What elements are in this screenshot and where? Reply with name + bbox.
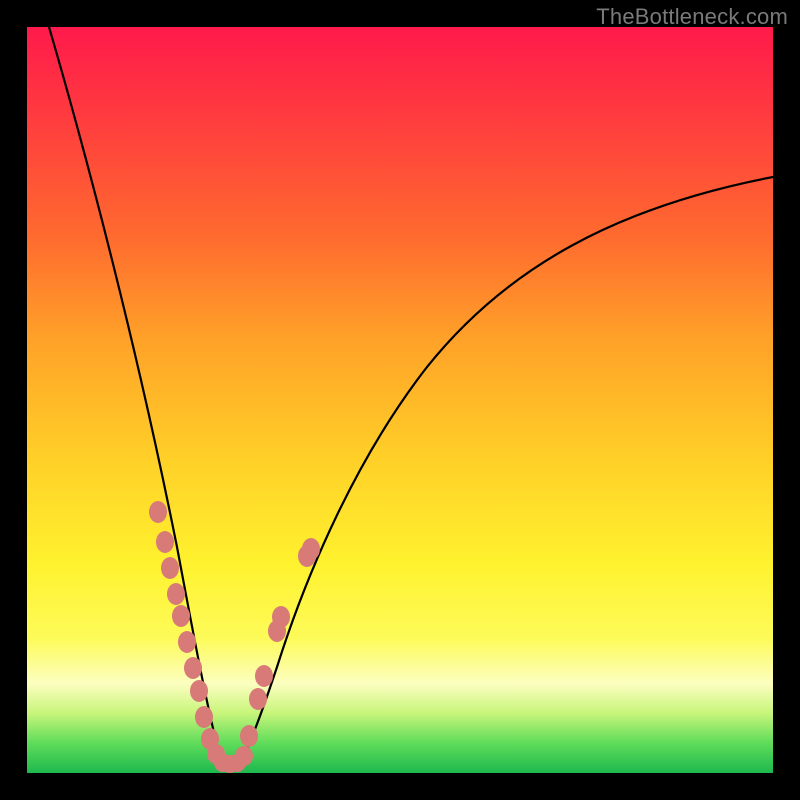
marker — [272, 606, 290, 628]
left-curve — [49, 27, 230, 765]
marker — [149, 501, 167, 523]
marker — [302, 538, 320, 560]
marker — [161, 557, 179, 579]
chart-svg — [27, 27, 773, 773]
right-curve — [237, 177, 773, 765]
marker — [172, 605, 190, 627]
marker — [235, 746, 253, 766]
marker — [184, 657, 202, 679]
marker-group-right — [240, 538, 320, 747]
marker — [240, 725, 258, 747]
marker — [190, 680, 208, 702]
marker — [255, 665, 273, 687]
plot-area — [27, 27, 773, 773]
marker — [156, 531, 174, 553]
marker — [178, 631, 196, 653]
marker — [195, 706, 213, 728]
marker — [167, 583, 185, 605]
marker — [249, 688, 267, 710]
watermark-text: TheBottleneck.com — [596, 4, 788, 30]
outer-frame: TheBottleneck.com — [0, 0, 800, 800]
marker-group-left — [149, 501, 225, 764]
